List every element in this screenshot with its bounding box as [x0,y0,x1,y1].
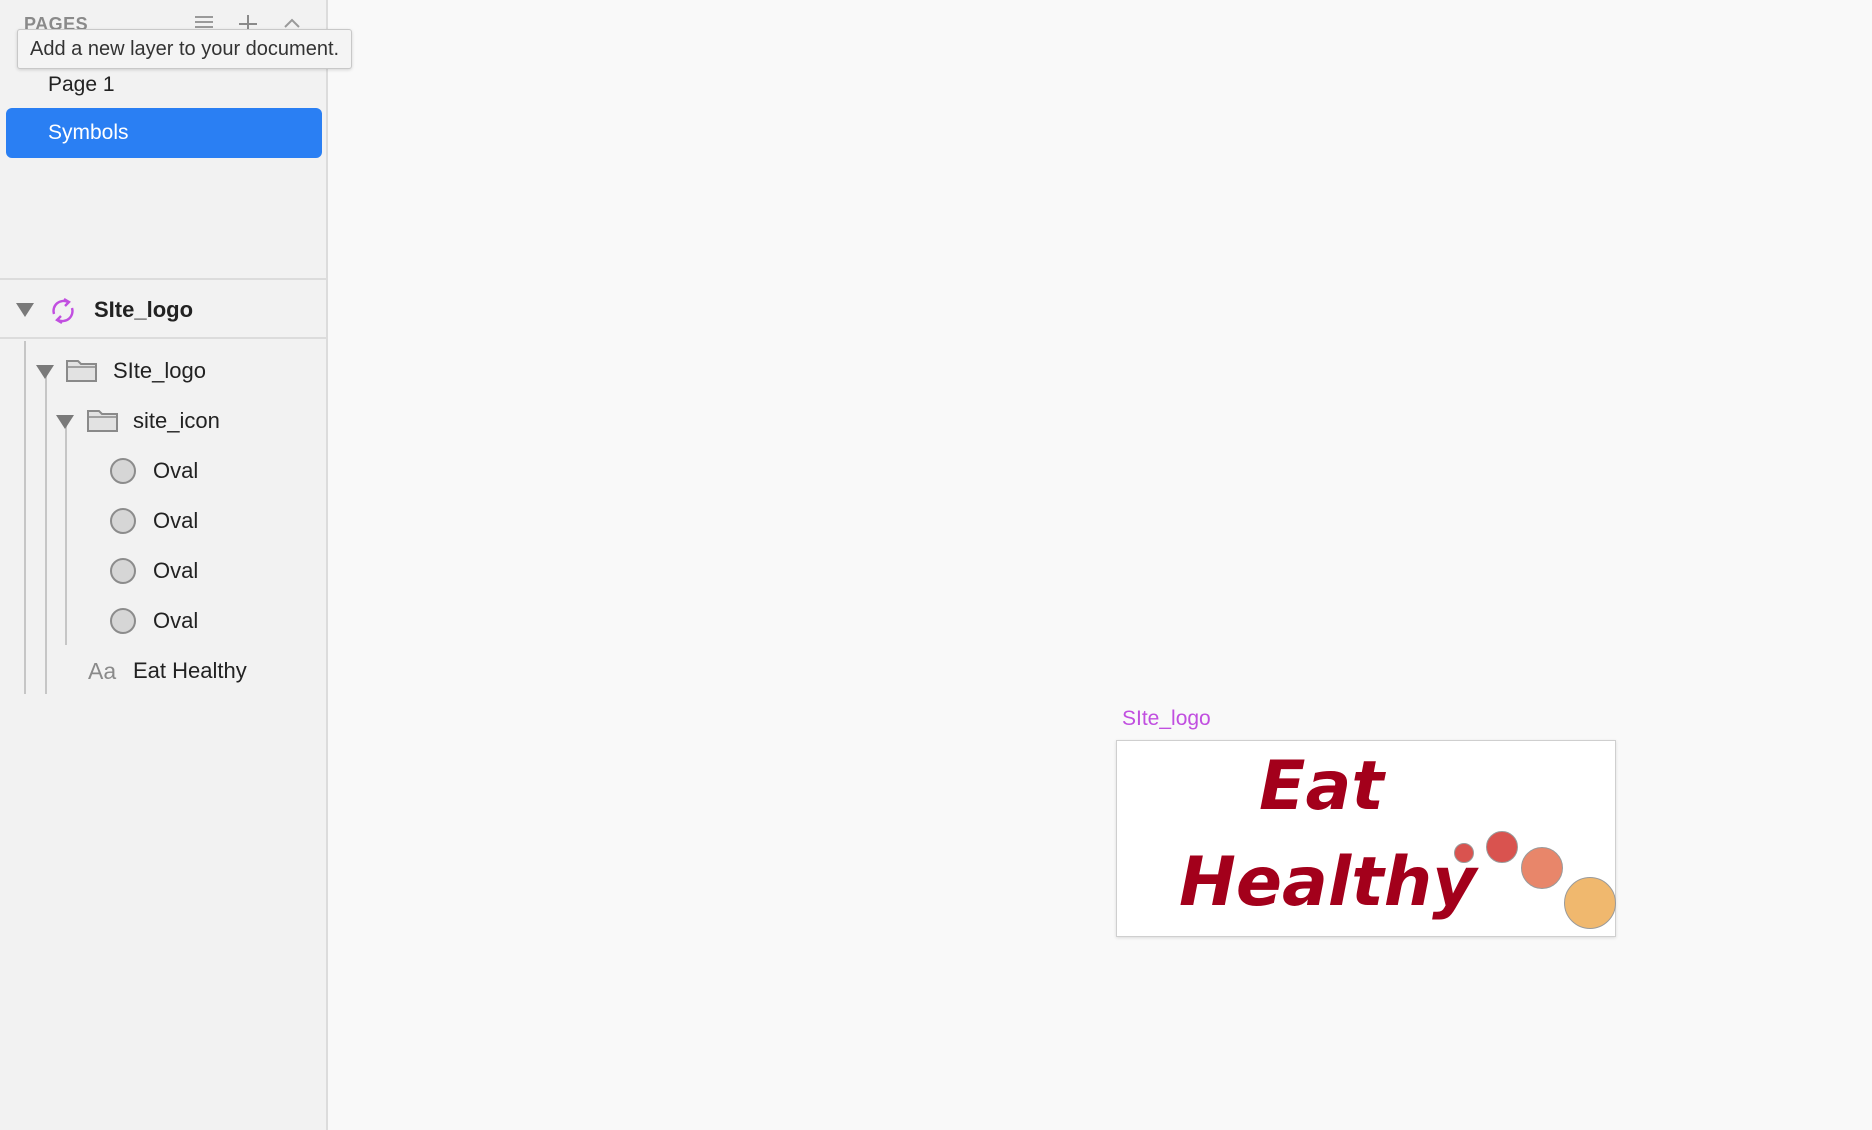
layer-oval[interactable]: Oval [153,547,198,595]
artboard-label[interactable]: SIte_logo [1122,707,1211,731]
logo-text-line2[interactable]: Healthy [1179,843,1476,922]
oval-icon [110,608,136,634]
disclosure-triangle-icon[interactable] [36,365,54,379]
oval-xlarge[interactable] [1564,877,1616,929]
oval-icon [110,458,136,484]
page-item-label: Symbols [48,121,129,144]
tooltip: Add a new layer to your document. [17,29,353,69]
page-item-symbols[interactable]: Symbols [6,108,322,158]
symbol-sync-icon [52,297,74,325]
symbol-divider [0,337,328,339]
oval-small[interactable] [1454,843,1474,863]
pages-divider[interactable] [0,278,328,280]
disclosure-triangle-icon[interactable] [56,415,74,429]
disclosure-triangle-icon[interactable] [16,303,34,317]
text-layer-icon: Aa [88,658,117,684]
tree-guide-line [65,420,67,645]
oval-icon [110,558,136,584]
folder-icon [87,410,118,432]
layers-sidebar: PAGES Page 1 Symbols SIte_logo SIte_logo… [0,0,328,1130]
layer-text-eat-healthy[interactable]: Eat Healthy [133,647,247,695]
oval-medium[interactable] [1486,831,1518,863]
artboard-site-logo[interactable]: Eat Healthy [1116,740,1616,937]
layer-group-site-icon[interactable]: site_icon [133,397,220,445]
layer-group-site-logo[interactable]: SIte_logo [113,347,206,395]
oval-icon [110,508,136,534]
page-item-label: Page 1 [48,73,115,96]
oval-large[interactable] [1521,847,1563,889]
logo-text-line1[interactable]: Eat [1259,747,1384,826]
tree-guide-line [24,341,26,694]
symbol-name[interactable]: SIte_logo [94,286,193,334]
layer-oval[interactable]: Oval [153,597,198,645]
tree-guide-line [45,370,47,694]
layer-oval[interactable]: Oval [153,497,198,545]
folder-icon [66,360,97,382]
layer-oval[interactable]: Oval [153,447,198,495]
